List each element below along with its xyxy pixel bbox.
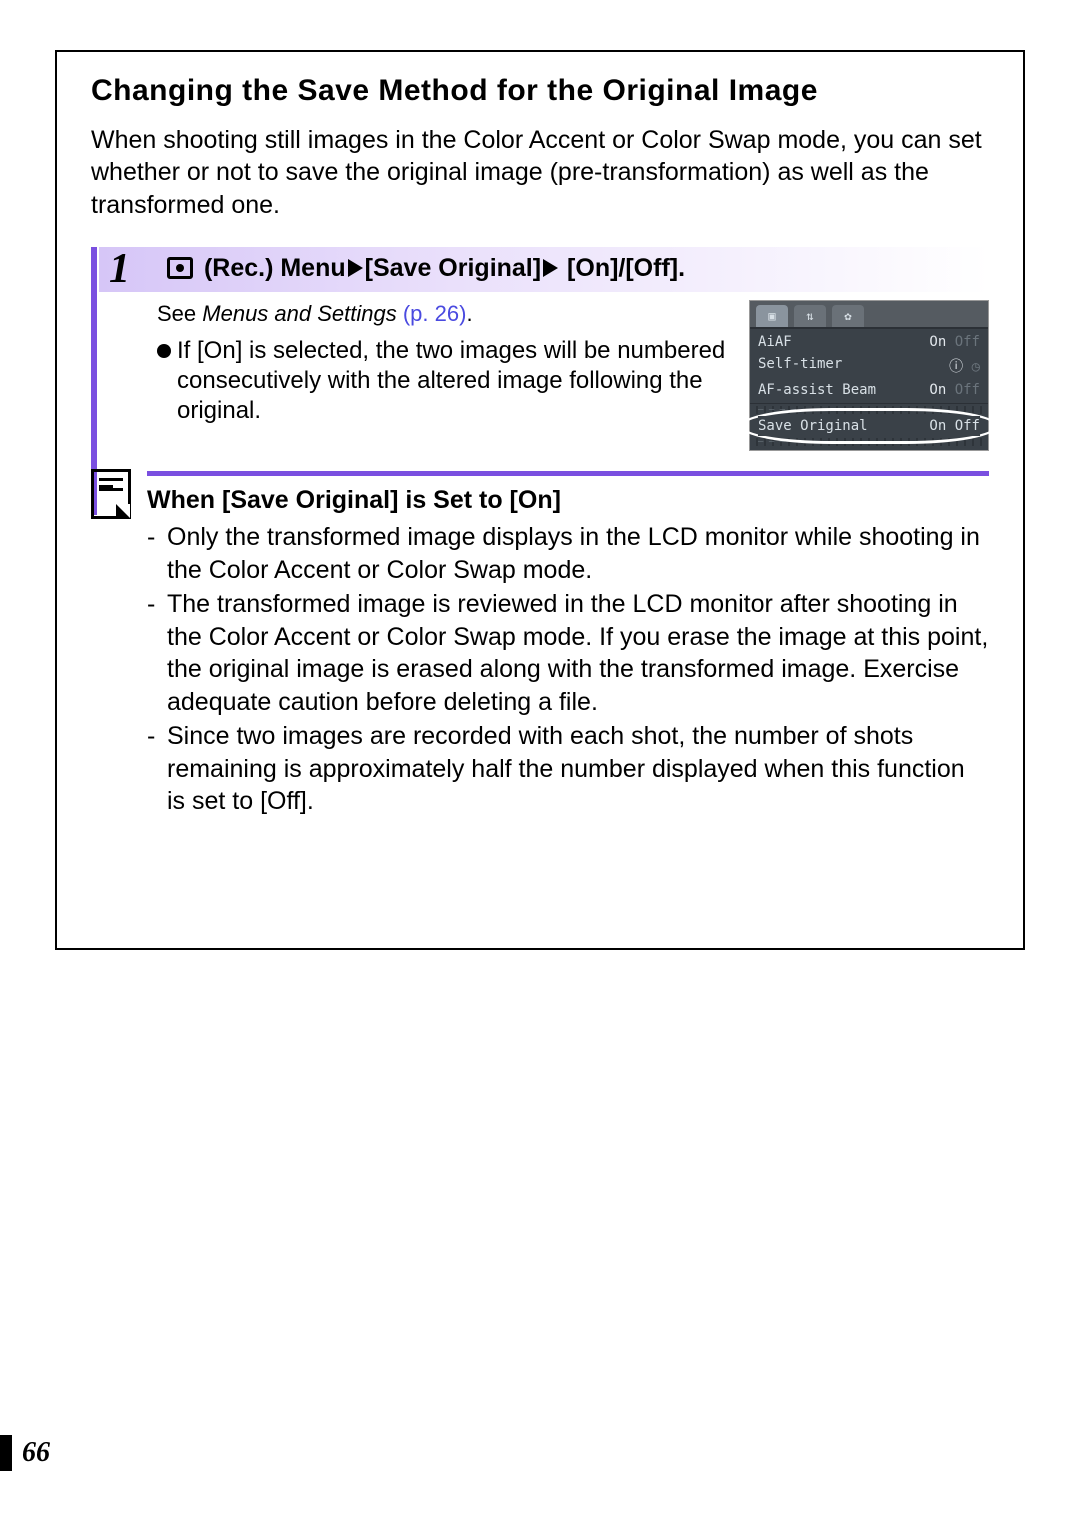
save-original-menu-row: Save Original On Off — [758, 416, 980, 436]
page-number: 66 — [0, 1435, 50, 1471]
step-header: 1 (Rec.) Menu [Save Original] [On]/[Off]. — [99, 247, 989, 292]
note-block: When [Save Original] is Set to [On] -Onl… — [91, 469, 989, 820]
setup-tab-icon: ✿ — [832, 305, 864, 327]
step-1: 1 (Rec.) Menu [Save Original] [On]/[Off].… — [91, 247, 989, 451]
content-frame: Changing the Save Method for the Origina… — [55, 50, 1025, 950]
see-reference: See Menus and Settings (p. 26). — [157, 300, 731, 328]
arrow-right-icon — [348, 259, 363, 277]
note-divider — [147, 471, 989, 476]
camera-menu-screenshot: ▣ ⇅ ✿ AiAF On Off Self-timer — [749, 300, 989, 451]
arrow-right-icon — [543, 259, 558, 277]
note-list: -Only the transformed image displays in … — [147, 521, 989, 818]
page-reference-link[interactable]: (p. 26) — [403, 301, 467, 326]
camera-tab-icon: ▣ — [756, 305, 788, 327]
step-menu-values: [On]/[Off]. — [567, 254, 685, 282]
step-number: 1 — [109, 245, 130, 293]
tools-tab-icon: ⇅ — [794, 305, 826, 327]
note-icon — [91, 469, 131, 519]
rec-menu-icon — [167, 257, 193, 279]
page-number-bar — [0, 1435, 12, 1471]
note-heading: When [Save Original] is Set to [On] — [147, 486, 989, 515]
step-menu-prefix: (Rec.) Menu — [204, 254, 346, 282]
step-bullet: If [On] is selected, the two images will… — [157, 336, 731, 426]
step-title: (Rec.) Menu [Save Original] [On]/[Off]. — [167, 253, 975, 284]
section-title: Changing the Save Method for the Origina… — [91, 72, 989, 110]
intro-paragraph: When shooting still images in the Color … — [91, 124, 989, 222]
step-menu-item: [Save Original] — [365, 254, 541, 282]
bullet-icon — [157, 344, 171, 358]
